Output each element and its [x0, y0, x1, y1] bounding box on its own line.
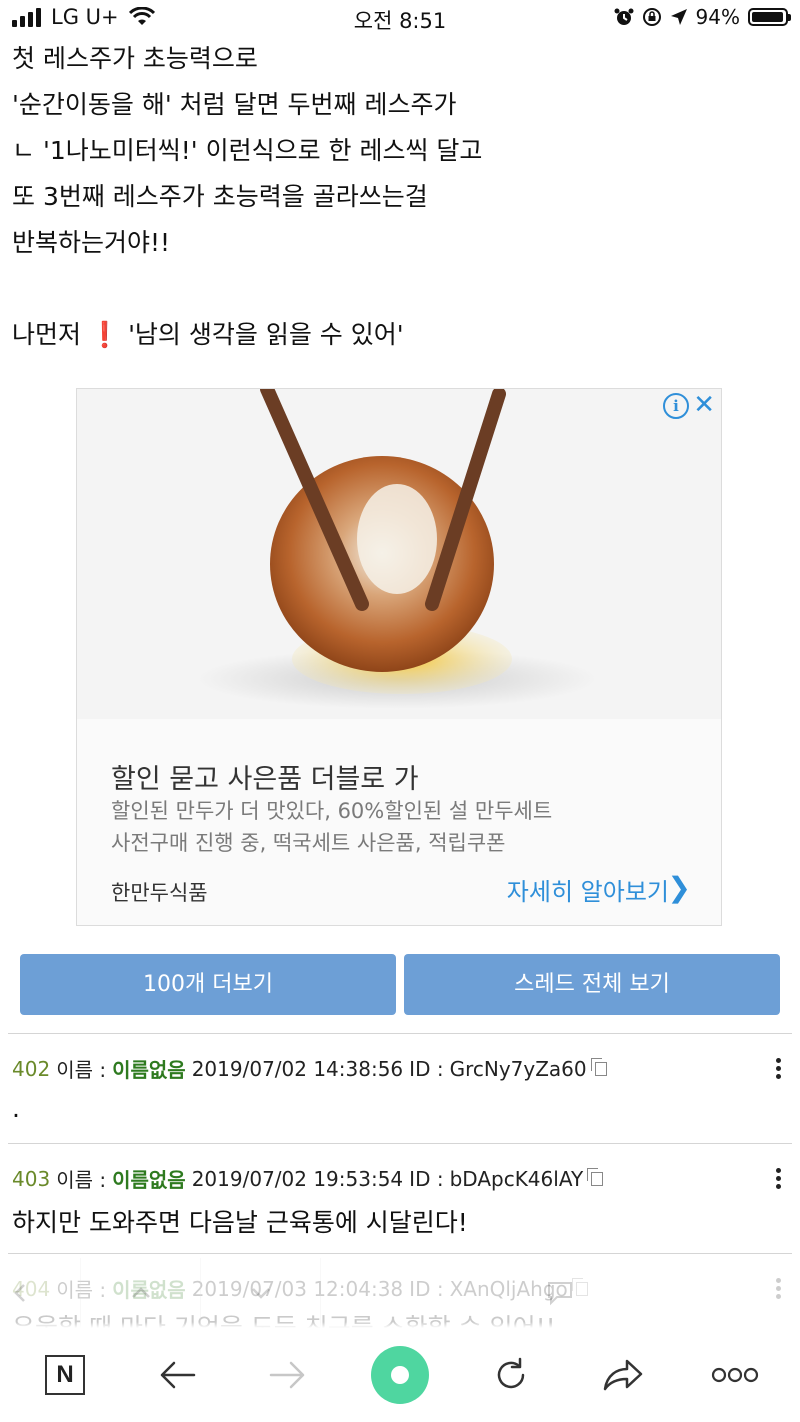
comment-datetime: 2019/07/02 19:53:54 — [191, 1166, 404, 1191]
name-label: 이름 : — [56, 1058, 107, 1082]
ad-image[interactable] — [77, 389, 721, 719]
back-button[interactable] — [127, 1328, 227, 1422]
chevron-left-icon[interactable] — [13, 1283, 27, 1303]
record-button[interactable] — [350, 1328, 450, 1422]
id-label: ID : — [409, 1166, 444, 1191]
battery-icon — [748, 8, 791, 26]
load-more-button[interactable]: 100개 더보기 — [20, 954, 396, 1015]
post-line-last: 나먼저 ❗ '남의 생각을 읽을 수 있어' — [12, 312, 788, 358]
post-line: '순간이동을 해' 처럼 달면 두번째 레스주가 — [12, 90, 457, 119]
naver-icon[interactable]: N — [45, 1355, 85, 1395]
post-line: 반복하는거야!! — [12, 228, 171, 257]
chevron-right-icon[interactable]: ❯ — [668, 871, 691, 904]
ad-info-icon[interactable]: i — [663, 393, 689, 419]
commenter-name: 이름없음 — [112, 1168, 186, 1192]
comment-header: 402 이름 : 이름없음 2019/07/02 14:38:56 ID : G… — [12, 1054, 607, 1083]
back-arrow-icon[interactable] — [158, 1360, 196, 1390]
forward-button[interactable] — [238, 1328, 338, 1422]
forward-arrow-icon[interactable] — [269, 1360, 307, 1390]
commenter-name: 이름없음 — [112, 1058, 186, 1082]
ad-cta-link[interactable]: 자세히 알아보기 — [507, 872, 669, 907]
copy-icon[interactable] — [590, 1057, 607, 1076]
chevron-down-icon[interactable] — [251, 1286, 271, 1300]
comment-header: 403 이름 : 이름없음 2019/07/02 19:53:54 ID : b… — [12, 1164, 604, 1193]
ad-headline[interactable]: 할인 묻고 사은품 더블로 가 — [111, 757, 419, 796]
alarm-icon — [614, 8, 634, 25]
ad-close-icon[interactable]: ✕ — [693, 390, 715, 420]
battery-fill — [752, 12, 783, 22]
id-label: ID : — [409, 1056, 444, 1081]
ad-description: 할인된 만두가 더 맛있다, 60%할인된 설 만두세트 — [111, 799, 553, 823]
comment-datetime: 2019/07/02 14:38:56 — [191, 1056, 404, 1081]
comment-number[interactable]: 403 — [12, 1167, 50, 1191]
comment-number[interactable]: 402 — [12, 1057, 50, 1081]
ad-brand: 한만두식품 — [111, 881, 208, 905]
refresh-button[interactable] — [461, 1328, 561, 1422]
chevron-up-icon[interactable] — [131, 1286, 151, 1300]
nav-down-button[interactable] — [200, 1258, 321, 1328]
nav-comment-button[interactable] — [500, 1258, 620, 1328]
commenter-id: bDApcK46lAY — [449, 1166, 584, 1191]
share-button[interactable] — [573, 1328, 673, 1422]
name-label: 이름 : — [56, 1168, 107, 1192]
status-right: 94% — [614, 5, 791, 29]
more-button[interactable] — [685, 1328, 785, 1422]
divider — [8, 1253, 792, 1254]
post-line-quote: '남의 생각을 읽을 수 있어' — [128, 320, 404, 349]
post-line: ㄴ '1나노미터씩!' 이런식으로 한 레스씩 달고 — [12, 136, 483, 165]
post-line-prefix: 나먼저 — [12, 320, 82, 349]
divider — [8, 1033, 792, 1034]
nav-prev-button[interactable] — [0, 1258, 80, 1328]
more-options-icon[interactable] — [776, 1058, 782, 1082]
share-icon[interactable] — [601, 1357, 645, 1393]
copy-icon[interactable] — [587, 1167, 604, 1186]
comment-body: . — [12, 1094, 20, 1123]
ad-card[interactable]: 할인 묻고 사은품 더블로 가 할인된 만두가 더 맛있다, 60%할인된 설 … — [76, 388, 722, 926]
view-thread-button[interactable]: 스레드 전체 보기 — [404, 954, 780, 1015]
status-bar: LG U+ 오전 8:51 94% — [0, 0, 800, 38]
exclamation-icon: ❗ — [88, 320, 121, 349]
commenter-id: GrcNy7yZa60 — [449, 1056, 587, 1081]
naver-button[interactable]: N — [15, 1328, 115, 1422]
post-body: 첫 레스주가 초능력으로 '순간이동을 해' 처럼 달면 두번째 레스주가 ㄴ … — [12, 36, 788, 358]
divider — [8, 1143, 792, 1144]
browser-toolbar: N — [0, 1328, 800, 1422]
thread-nav-bar — [0, 1258, 800, 1328]
location-icon — [670, 9, 687, 25]
speech-bubble-icon[interactable] — [545, 1280, 575, 1306]
battery-percent: 94% — [695, 5, 740, 29]
refresh-icon[interactable] — [491, 1355, 531, 1395]
nav-blank[interactable] — [320, 1258, 441, 1328]
more-options-icon[interactable] — [776, 1168, 782, 1192]
post-line: 또 3번째 레스주가 초능력을 골라쓰는걸 — [12, 182, 428, 211]
post-line: 첫 레스주가 초능력으로 — [12, 44, 258, 73]
ad-description: 사전구매 진행 중, 떡국세트 사은품, 적립쿠폰 — [111, 831, 506, 855]
record-icon[interactable] — [371, 1346, 429, 1404]
more-icon[interactable] — [711, 1367, 759, 1383]
nav-up-button[interactable] — [80, 1258, 201, 1328]
comment-body: 하지만 도와주면 다음날 근육통에 시달린다! — [12, 1208, 468, 1237]
rotation-lock-icon — [642, 8, 661, 26]
